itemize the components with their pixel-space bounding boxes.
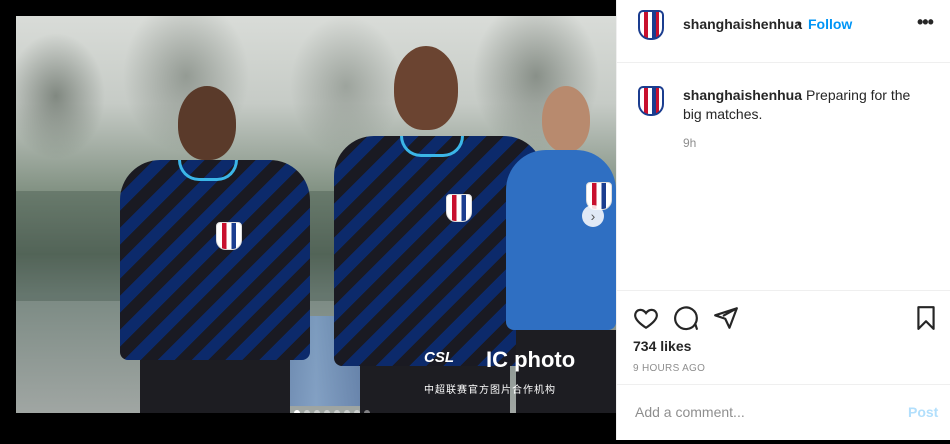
watermark-caption: 中超联赛官方图片合作机构 — [424, 385, 556, 396]
comment-icon[interactable] — [673, 305, 699, 331]
carousel-dot — [314, 410, 320, 413]
actions-bar: 734 likes 9 HOURS AGO — [617, 290, 950, 385]
comment-input[interactable] — [633, 403, 887, 421]
bookmark-icon[interactable] — [913, 305, 939, 331]
player-left — [120, 76, 320, 413]
caption-timestamp: 9h — [683, 136, 697, 150]
header-username[interactable]: shanghaishenhua — [683, 16, 802, 32]
caption-username[interactable]: shanghaishenhua — [683, 87, 802, 103]
comment-bar: Post — [617, 384, 950, 441]
avatar[interactable] — [638, 86, 664, 116]
chevron-right-icon[interactable]: › — [582, 205, 604, 227]
carousel-indicator — [294, 410, 370, 413]
club-crest — [446, 194, 472, 222]
carousel-dot — [364, 410, 370, 413]
csl-logo: CSL — [424, 349, 454, 366]
more-horizontal-icon[interactable]: ••• — [917, 12, 934, 33]
post-timestamp[interactable]: 9 HOURS AGO — [633, 363, 705, 374]
post-panel: shanghaishenhua • Follow ••• shanghaishe… — [616, 0, 950, 440]
like-count[interactable]: 734 likes — [633, 338, 691, 354]
photo-watermark: CSL IC photo 中超联赛官方图片合作机构 — [424, 347, 594, 397]
heart-icon[interactable] — [633, 305, 659, 331]
follow-button[interactable]: Follow — [808, 16, 852, 32]
carousel-dot — [344, 410, 350, 413]
post-caption: shanghaishenhua Preparing for the big mat… — [683, 86, 923, 124]
club-crest — [216, 222, 242, 250]
carousel-dot — [324, 410, 330, 413]
carousel-dot — [354, 410, 360, 413]
avatar[interactable] — [638, 10, 664, 40]
post-photo[interactable]: CSL IC photo 中超联赛官方图片合作机构 — [16, 16, 616, 413]
carousel-dot — [334, 410, 340, 413]
post-comment-button[interactable]: Post — [908, 404, 938, 420]
carousel-dot — [294, 410, 300, 413]
carousel-dot — [304, 410, 310, 413]
ic-photo-logo: IC photo — [486, 347, 576, 372]
separator-dot: • — [797, 15, 802, 31]
post-header: shanghaishenhua • Follow ••• — [617, 0, 950, 63]
share-icon[interactable] — [713, 305, 739, 331]
